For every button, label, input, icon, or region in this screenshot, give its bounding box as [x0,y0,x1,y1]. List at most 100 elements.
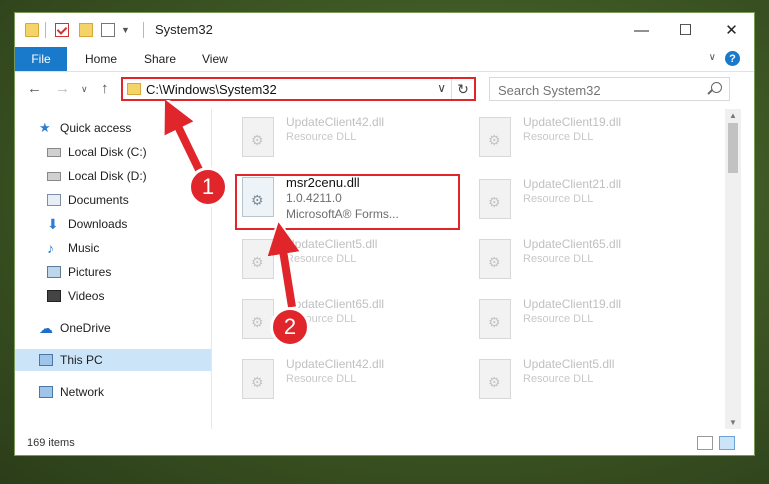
vertical-scrollbar[interactable]: ▲ ▼ [725,109,741,429]
file-item[interactable]: UpdateClient65.dll Resource DLL [234,293,454,349]
file-description: Resource DLL [523,193,594,205]
file-item[interactable]: UpdateClient19.dll Resource DLL [471,111,691,167]
file-description: Resource DLL [523,313,594,325]
search-box[interactable] [489,77,730,101]
sidebar-item-videos[interactable]: Videos 📌 [15,285,243,307]
sidebar-item-downloads[interactable]: ⬇ Downloads 📌 [15,213,243,235]
help-icon[interactable]: ? [725,51,740,66]
details-view-icon[interactable] [697,436,713,450]
sidebar-item-onedrive[interactable]: ☁ OneDrive [15,317,235,339]
sidebar-item-label: Documents [68,193,129,207]
back-arrow-icon[interactable]: ← [27,80,42,97]
dll-file-icon [242,359,274,399]
minimize-button[interactable]: — [619,13,664,47]
file-name: UpdateClient5.dll [286,237,378,251]
sidebar-item-label: Pictures [68,265,112,279]
tab-share[interactable]: Share [144,52,176,66]
file-description: Resource DLL [286,131,357,143]
dll-file-icon [242,299,274,339]
search-icon[interactable] [711,82,722,93]
tab-view[interactable]: View [202,52,228,66]
address-bar[interactable]: C:\Windows\System32 ∨ ↻ [121,77,476,101]
sidebar-item-label: Music [68,241,100,255]
file-description: Resource DLL [286,253,357,265]
file-name: UpdateClient19.dll [523,297,622,311]
file-name: UpdateClient21.dll [523,177,622,191]
file-item[interactable]: UpdateClient65.dll Resource DLL [471,233,691,289]
file-description: Resource DLL [523,373,594,385]
search-input[interactable] [496,79,700,101]
customize-icon[interactable] [101,23,115,37]
tab-file[interactable]: File [15,47,67,71]
new-folder-icon[interactable] [79,23,93,37]
file-name: UpdateClient42.dll [286,115,385,129]
file-item[interactable]: UpdateClient5.dll Resource DLL [471,353,691,409]
quick-access-dropdown-icon[interactable]: ▼ [121,25,130,35]
file-item[interactable]: UpdateClient42.dll Resource DLL [234,111,454,167]
window-title: System32 [155,22,213,37]
file-item[interactable]: UpdateClient21.dll Resource DLL [471,173,691,229]
ribbon: File Home Share View ∨ ? [15,47,754,72]
dll-file-icon [479,117,511,157]
sidebar-item-label: Local Disk (C:) [68,145,147,159]
dll-file-icon [479,299,511,339]
file-item[interactable]: UpdateClient42.dll Resource DLL [234,353,454,409]
file-name: UpdateClient65.dll [286,297,385,311]
expand-ribbon-icon[interactable]: ∨ [709,52,716,63]
separator [143,22,144,38]
refresh-icon[interactable]: ↻ [451,79,474,99]
status-bar: 169 items [15,433,754,455]
file-description: Resource DLL [523,131,594,143]
separator [45,22,46,38]
file-name: UpdateClient5.dll [523,357,615,371]
chevron-down-icon[interactable]: ∨ [437,81,446,95]
sidebar-item-label: Downloads [68,217,128,231]
scrollbar-thumb[interactable] [728,123,738,173]
title-bar: ▼ System32 — ☐ ✕ [15,13,754,47]
file-item[interactable]: UpdateClient5.dll Resource DLL [234,233,454,289]
properties-check-icon[interactable] [55,23,69,37]
item-count: 169 items [27,437,75,449]
navigation-bar: ← → ∨ ↑ C:\Windows\System32 ∨ ↻ [15,72,754,106]
dll-file-icon [479,179,511,219]
file-description: Resource DLL [523,253,594,265]
cloud-icon: ☁ [39,320,53,336]
sidebar-item-music[interactable]: ♪ Music 📌 [15,237,243,259]
step-1-badge: 1 [188,167,228,207]
navigation-pane: ★ Quick access Local Disk (C:) 📌 Local D… [15,109,237,429]
close-button[interactable]: ✕ [709,13,754,47]
file-name: UpdateClient19.dll [523,115,622,129]
file-highlight-box [235,174,460,230]
recent-locations-icon[interactable]: ∨ [81,84,88,95]
sidebar-item-label: Videos [68,289,105,303]
file-explorer-window: ▼ System32 — ☐ ✕ File Home Share View ∨ … [14,12,755,456]
sidebar-item-quick-access[interactable]: ★ Quick access [15,117,235,139]
sidebar-item-label: Network [60,385,105,399]
up-arrow-icon[interactable]: ↑ [101,80,109,97]
dll-file-icon [242,239,274,279]
tab-home[interactable]: Home [85,52,117,66]
folder-icon [25,23,39,37]
sidebar-item-local-disk-c[interactable]: Local Disk (C:) 📌 [15,141,243,163]
address-path[interactable]: C:\Windows\System32 [146,82,277,97]
scroll-up-icon[interactable]: ▲ [729,111,737,120]
music-icon: ♪ [47,240,54,256]
forward-arrow-icon[interactable]: → [55,80,70,97]
pictures-icon [47,266,61,278]
sidebar-item-label: Quick access [60,121,132,135]
large-icons-view-icon[interactable] [719,436,735,450]
drive-icon [47,171,61,181]
scroll-down-icon[interactable]: ▼ [729,418,737,427]
file-item[interactable]: UpdateClient19.dll Resource DLL [471,293,691,349]
star-icon: ★ [39,120,51,135]
sidebar-item-pictures[interactable]: Pictures 📌 [15,261,243,283]
sidebar-item-network[interactable]: Network [15,381,235,403]
maximize-button[interactable]: ☐ [663,13,708,47]
dll-file-icon [479,359,511,399]
file-list: UpdateClient42.dll Resource DLL msr2cenu… [212,107,724,429]
dll-file-icon [479,239,511,279]
sidebar-item-this-pc[interactable]: This PC [15,349,235,371]
folder-icon [127,83,141,95]
computer-icon [39,354,53,366]
step-2-badge: 2 [270,307,310,347]
